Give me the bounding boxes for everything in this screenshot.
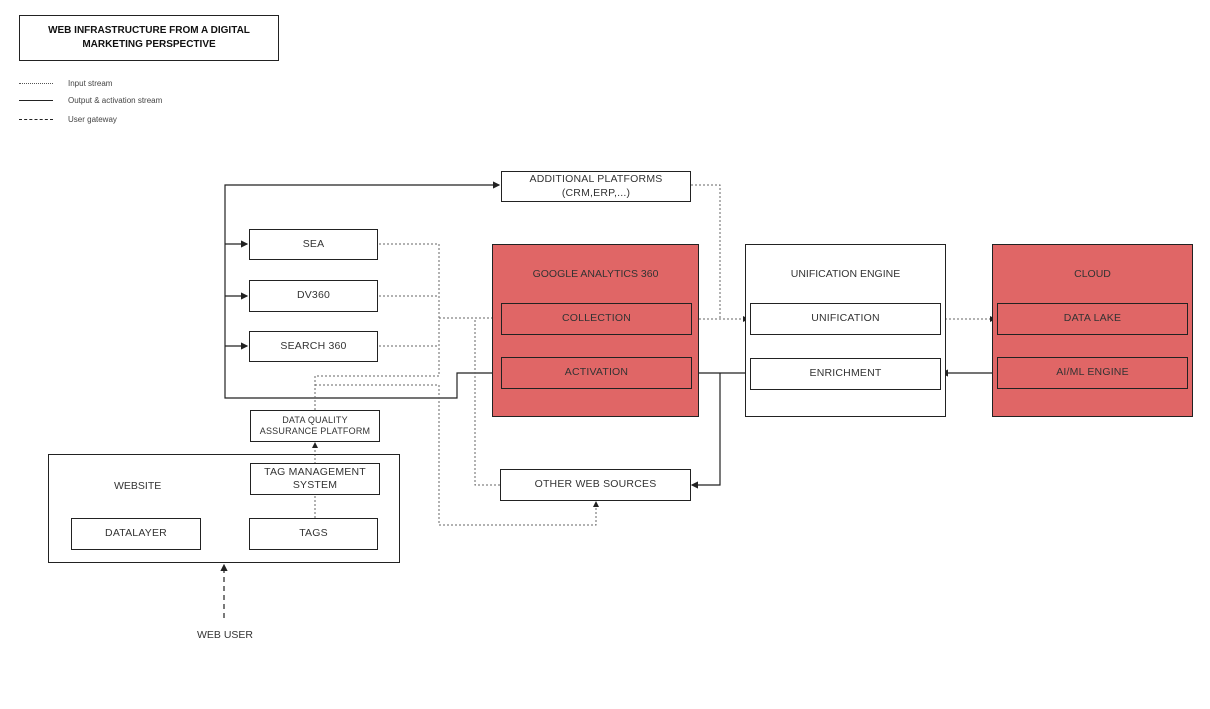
- collection-node[interactable]: COLLECTION: [501, 303, 692, 335]
- additional-platforms-node[interactable]: ADDITIONAL PLATFORMS (CRM,ERP,...): [501, 171, 691, 202]
- sea-node[interactable]: SEA: [249, 229, 378, 260]
- aiml-engine-node[interactable]: AI/ML ENGINE: [997, 357, 1188, 389]
- node-sublabel: ASSURANCE PLATFORM: [259, 426, 371, 436]
- node-label: ACTIVATION: [564, 366, 629, 379]
- node-label: DV360: [296, 289, 331, 302]
- node-label: TAG MANAGEMENT: [264, 465, 366, 478]
- web-user-label: WEB USER: [197, 629, 254, 641]
- group-label: GOOGLE ANALYTICS 360: [532, 268, 659, 280]
- tags-node[interactable]: TAGS: [249, 518, 378, 550]
- node-label: DATA QUALITY: [282, 414, 348, 425]
- node-label: AI/ML ENGINE: [1056, 366, 1129, 379]
- node-label: DATA LAKE: [1063, 312, 1122, 325]
- enrichment-node[interactable]: ENRICHMENT: [750, 358, 941, 390]
- dv360-node[interactable]: DV360: [249, 280, 378, 312]
- node-label: SEA: [302, 237, 325, 250]
- tag-management-node[interactable]: TAG MANAGEMENT SYSTEM: [250, 463, 380, 495]
- node-label: UNIFICATION: [811, 312, 880, 325]
- unification-node[interactable]: UNIFICATION: [750, 303, 941, 335]
- group-label: UNIFICATION ENGINE: [790, 268, 901, 280]
- other-web-sources-node[interactable]: OTHER WEB SOURCES: [500, 469, 691, 501]
- search360-node[interactable]: SEARCH 360: [249, 331, 378, 362]
- node-sublabel: SYSTEM: [292, 479, 338, 491]
- node-sublabel: (CRM,ERP,...): [561, 186, 631, 199]
- activation-node[interactable]: ACTIVATION: [501, 357, 692, 389]
- group-label: WEBSITE: [114, 480, 162, 492]
- node-label: COLLECTION: [561, 312, 632, 325]
- group-label: CLOUD: [1074, 268, 1111, 280]
- node-label: OTHER WEB SOURCES: [534, 478, 657, 491]
- data-lake-node[interactable]: DATA LAKE: [997, 303, 1188, 335]
- node-label: ADDITIONAL PLATFORMS: [529, 173, 663, 186]
- datalayer-node[interactable]: DATALAYER: [71, 518, 201, 550]
- node-label: DATALAYER: [105, 527, 167, 540]
- node-label: ENRICHMENT: [809, 367, 882, 380]
- node-label: SEARCH 360: [280, 339, 347, 352]
- data-quality-node[interactable]: DATA QUALITY ASSURANCE PLATFORM: [250, 410, 380, 442]
- node-label: TAGS: [299, 527, 328, 540]
